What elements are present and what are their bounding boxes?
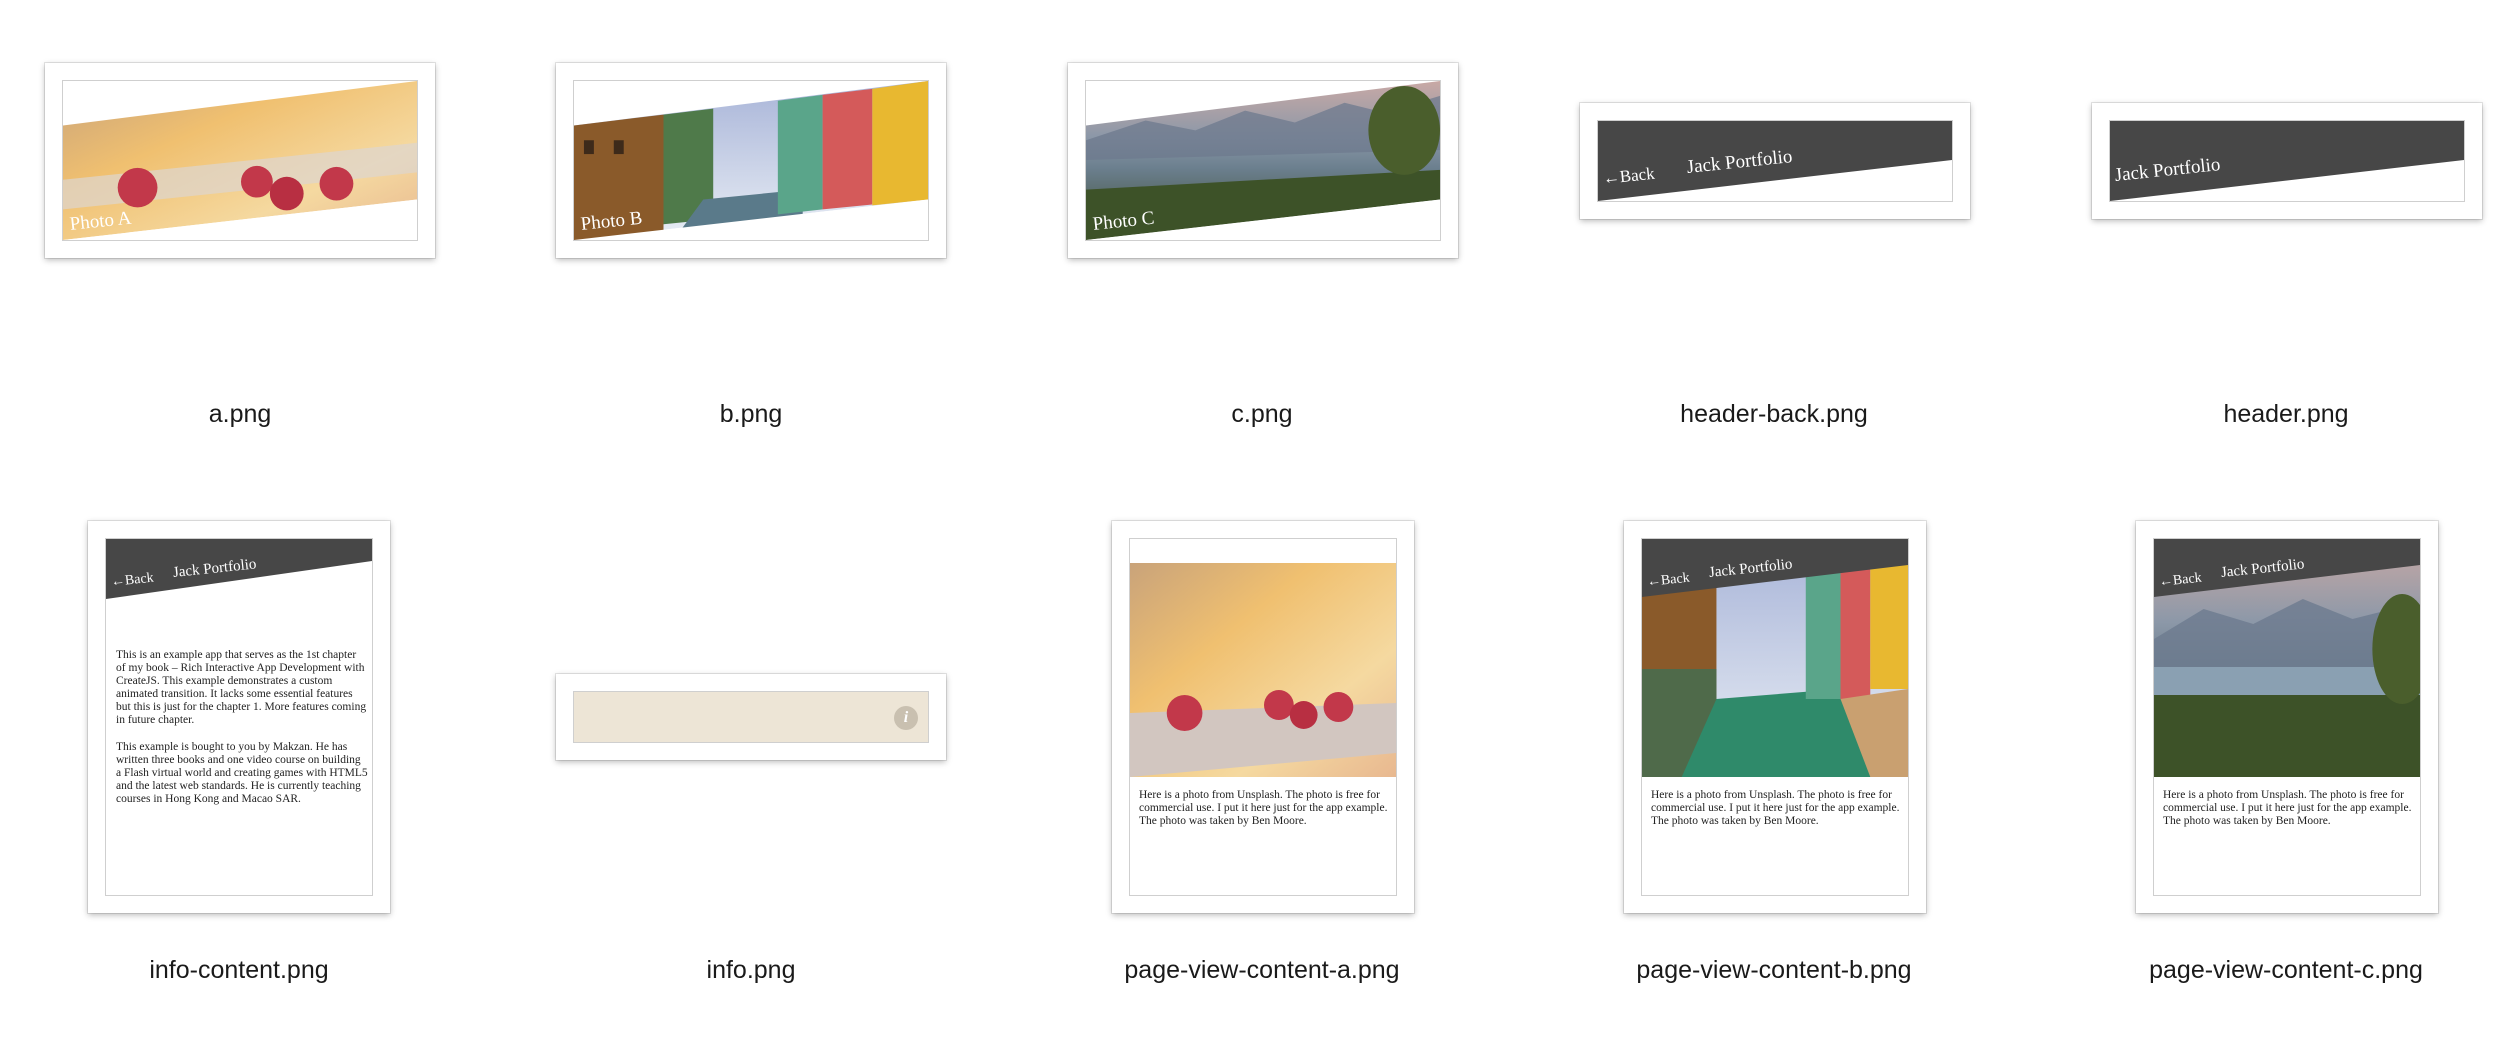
thumbnail-a[interactable]: Photo A (45, 63, 435, 258)
thumbnail-info-content[interactable]: ←Back Jack Portfolio This is an example … (88, 521, 390, 913)
file-name[interactable]: page-view-content-b.png (1524, 956, 2024, 985)
photo-caption: Here is a photo from Unsplash. The photo… (2163, 789, 2412, 827)
file-name[interactable]: info-content.png (0, 956, 489, 985)
file-name[interactable]: page-view-content-c.png (2036, 956, 2512, 985)
finder-icon-grid: { "files": [ {"name": "a.png", "overlay"… (0, 0, 2512, 1054)
thumbnail-info[interactable]: i (556, 674, 946, 760)
thumbnail-page-view-content-b[interactable]: ←Back Jack Portfolio Here is a photo fro… (1624, 521, 1926, 913)
thumbnail-page-view-content-c[interactable]: ←Back Jack Portfolio Here is a photo fro… (2136, 521, 2438, 913)
content-photo-a (1130, 563, 1396, 777)
file-name[interactable]: header-back.png (1524, 400, 2024, 429)
file-name[interactable]: header.png (2036, 400, 2512, 429)
info-paragraph-2: This example is bought to you by Makzan.… (116, 741, 368, 805)
photo-caption: Here is a photo from Unsplash. The photo… (1139, 789, 1388, 827)
file-name[interactable]: info.png (501, 956, 1001, 985)
thumbnail-header[interactable]: Jack Portfolio (2092, 103, 2482, 219)
thumbnail-header-back[interactable]: ←Back Jack Portfolio (1580, 103, 1970, 219)
file-name[interactable]: a.png (0, 400, 490, 429)
file-name[interactable]: c.png (1012, 400, 1512, 429)
thumbnail-page-view-content-a[interactable]: Here is a photo from Unsplash. The photo… (1112, 521, 1414, 913)
info-paragraph-1: This is an example app that serves as th… (116, 649, 367, 726)
thumbnail-c[interactable]: Photo C (1068, 63, 1458, 258)
thumbnail-b[interactable]: Photo B (556, 63, 946, 258)
file-name[interactable]: page-view-content-a.png (1012, 956, 1512, 985)
file-name[interactable]: b.png (501, 400, 1001, 429)
info-icon: i (894, 706, 918, 730)
photo-caption: Here is a photo from Unsplash. The photo… (1651, 789, 1900, 827)
